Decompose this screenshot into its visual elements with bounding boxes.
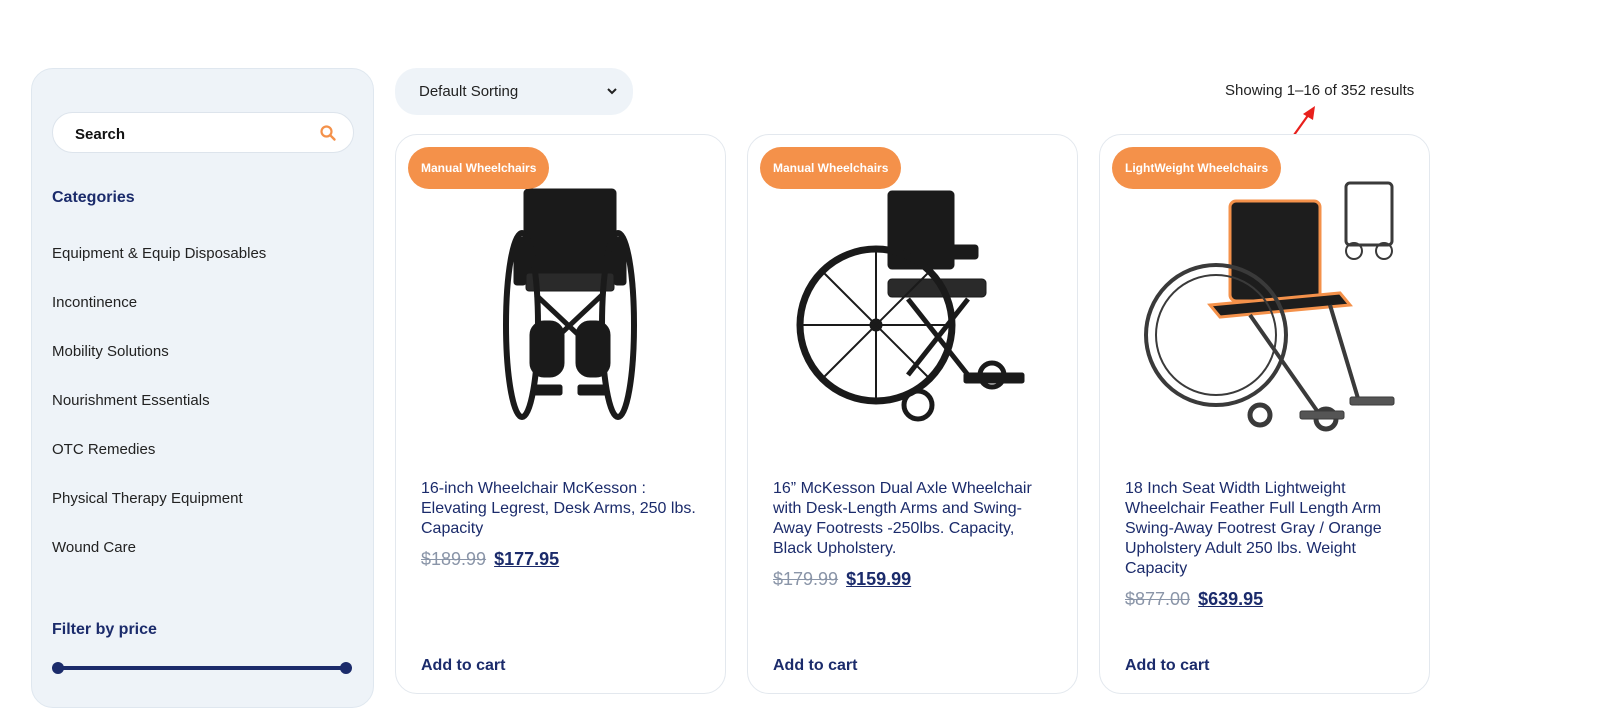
result-count: Showing 1–16 of 352 results	[1225, 82, 1415, 99]
search-input[interactable]	[73, 123, 307, 145]
price-slider[interactable]	[52, 662, 352, 674]
product-card: Manual Wheelchairs 16-inch Wheelchair Mc…	[395, 134, 726, 694]
old-price: $189.99	[421, 549, 487, 569]
category-list: Equipment & Equip Disposables Incontinen…	[52, 245, 266, 588]
product-title[interactable]: 16” McKesson Dual Axle Wheelchair with D…	[773, 479, 1048, 559]
price-max-handle[interactable]	[340, 662, 352, 674]
sale-price: $639.95	[1198, 589, 1264, 609]
add-to-cart-button[interactable]: Add to cart	[1125, 657, 1209, 675]
product-price: $179.99 $159.99	[773, 569, 911, 590]
old-price: $877.00	[1125, 589, 1191, 609]
category-item[interactable]: Wound Care	[52, 539, 266, 588]
category-badge[interactable]: Manual Wheelchairs	[408, 147, 550, 189]
sale-price: $159.99	[846, 569, 912, 589]
add-to-cart-button[interactable]: Add to cart	[773, 657, 857, 675]
product-title[interactable]: 18 Inch Seat Width Lightweight Wheelchai…	[1125, 479, 1400, 579]
category-item[interactable]: Nourishment Essentials	[52, 392, 266, 441]
category-item[interactable]: Mobility Solutions	[52, 343, 266, 392]
category-item[interactable]: Equipment & Equip Disposables	[52, 245, 266, 294]
category-item[interactable]: Incontinence	[52, 294, 266, 343]
sale-price: $177.95	[494, 549, 560, 569]
product-title[interactable]: 16-inch Wheelchair McKesson : Elevating …	[421, 479, 696, 539]
search-box	[52, 112, 354, 153]
add-to-cart-button[interactable]: Add to cart	[421, 657, 505, 675]
category-item[interactable]: OTC Remedies	[52, 441, 266, 490]
price-min-handle[interactable]	[52, 662, 64, 674]
sorting-control: Default Sorting	[395, 68, 633, 115]
category-item[interactable]: Physical Therapy Equipment	[52, 490, 266, 539]
product-price: $877.00 $639.95	[1125, 589, 1263, 610]
sidebar: Categories Equipment & Equip Disposables…	[31, 68, 374, 708]
filter-price-heading: Filter by price	[52, 621, 157, 638]
wheelchair-product-image[interactable]	[788, 175, 1048, 435]
search-icon[interactable]	[319, 124, 337, 142]
sort-select[interactable]: Default Sorting	[395, 68, 633, 115]
category-badge[interactable]: Manual Wheelchairs	[760, 147, 902, 189]
categories-heading: Categories	[52, 189, 135, 206]
wheelchair-product-image[interactable]	[436, 175, 696, 435]
product-card: LightWeight Wheelchairs 18 Inch Seat Wid…	[1099, 134, 1430, 694]
product-card: Manual Wheelchairs 16” McKesson Dual Axl…	[747, 134, 1078, 694]
wheelchair-product-image[interactable]	[1140, 175, 1400, 435]
old-price: $179.99	[773, 569, 839, 589]
product-price: $189.99 $177.95	[421, 549, 559, 570]
category-badge[interactable]: LightWeight Wheelchairs	[1112, 147, 1282, 189]
